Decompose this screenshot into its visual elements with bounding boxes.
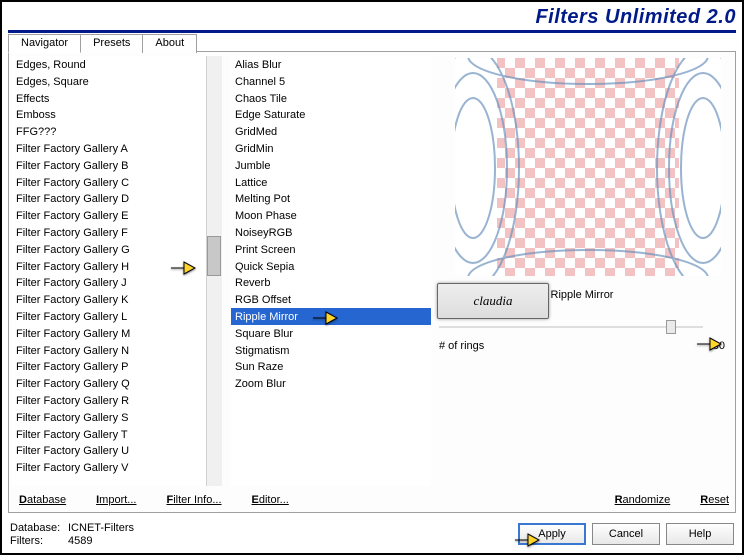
import-link[interactable]: Import... <box>96 494 136 506</box>
filter-item[interactable]: Reverb <box>231 274 431 291</box>
category-item[interactable]: Filter Factory Gallery J <box>12 274 222 291</box>
category-item[interactable]: Filter Factory Gallery P <box>12 358 222 375</box>
filter-item[interactable]: Moon Phase <box>231 207 431 224</box>
category-item[interactable]: Filter Factory Gallery U <box>12 442 222 459</box>
apply-button[interactable]: Apply <box>518 523 586 545</box>
randomize-link[interactable]: Randomize <box>615 494 671 506</box>
category-item[interactable]: Filter Factory Gallery L <box>12 308 222 325</box>
param-rings-value: 80 <box>713 340 725 352</box>
header-underline <box>8 30 736 33</box>
param-rings: # of rings 80 <box>439 340 725 352</box>
footer-filters-label: Filters: <box>10 535 68 547</box>
footer-database-label: Database: <box>10 522 68 534</box>
filter-list[interactable]: Alias BlurChannel 5Chaos TileEdge Satura… <box>231 56 431 486</box>
filter-item[interactable]: GridMed <box>231 123 431 140</box>
category-item[interactable]: Filter Factory Gallery V <box>12 459 222 476</box>
tab-bar: Navigator Presets About <box>8 34 196 53</box>
category-item[interactable]: Filter Factory Gallery F <box>12 224 222 241</box>
filter-item[interactable]: Zoom Blur <box>231 375 431 392</box>
cancel-button[interactable]: Cancel <box>592 523 660 545</box>
filter-item[interactable]: GridMin <box>231 140 431 157</box>
tab-about[interactable]: About <box>142 34 197 53</box>
help-button[interactable]: Help <box>666 523 734 545</box>
filter-item[interactable]: Jumble <box>231 157 431 174</box>
filter-item[interactable]: Lattice <box>231 174 431 191</box>
filter-item[interactable]: Edge Saturate <box>231 106 431 123</box>
filter-item[interactable]: NoiseyRGB <box>231 224 431 241</box>
category-item[interactable]: Filter Factory Gallery H <box>12 258 222 275</box>
category-item[interactable]: Filter Factory Gallery G <box>12 241 222 258</box>
editor-link[interactable]: Editor... <box>252 494 289 506</box>
category-item[interactable]: Filter Factory Gallery M <box>12 325 222 342</box>
category-item[interactable]: Filter Factory Gallery B <box>12 157 222 174</box>
tab-presets[interactable]: Presets <box>80 34 143 53</box>
category-item[interactable]: Effects <box>12 90 222 107</box>
main-panel: Edges, RoundEdges, SquareEffectsEmbossFF… <box>8 51 736 513</box>
filter-info-link[interactable]: Filter Info... <box>166 494 221 506</box>
database-link[interactable]: Database <box>19 494 66 506</box>
category-list[interactable]: Edges, RoundEdges, SquareEffectsEmbossFF… <box>12 56 222 486</box>
category-item[interactable]: Edges, Square <box>12 73 222 90</box>
filter-item[interactable]: Ripple Mirror <box>231 308 431 325</box>
category-item[interactable]: Filter Factory Gallery N <box>12 342 222 359</box>
footer-database-value: ICNET-Filters <box>68 522 134 534</box>
filter-item[interactable]: Alias Blur <box>231 56 431 73</box>
app-title: Filters Unlimited 2.0 <box>535 6 736 29</box>
category-item[interactable]: Filter Factory Gallery K <box>12 291 222 308</box>
filter-item[interactable]: Chaos Tile <box>231 90 431 107</box>
tab-navigator[interactable]: Navigator <box>8 34 81 53</box>
category-item[interactable]: Filter Factory Gallery Q <box>12 375 222 392</box>
filter-item[interactable]: RGB Offset <box>231 291 431 308</box>
filter-item[interactable]: Print Screen <box>231 241 431 258</box>
scrollbar-thumb[interactable] <box>207 236 221 276</box>
preview-pane <box>455 58 721 276</box>
footer-info: Database:ICNET-Filters Filters:4589 <box>10 522 134 547</box>
slider-thumb[interactable] <box>666 320 676 334</box>
category-item[interactable]: Filter Factory Gallery R <box>12 392 222 409</box>
category-item[interactable]: Edges, Round <box>12 56 222 73</box>
category-item[interactable]: Filter Factory Gallery T <box>12 426 222 443</box>
footer: Database:ICNET-Filters Filters:4589 Appl… <box>10 521 734 547</box>
filter-item[interactable]: Melting Pot <box>231 190 431 207</box>
category-item[interactable]: Emboss <box>12 106 222 123</box>
footer-buttons: Apply Cancel Help <box>518 523 734 545</box>
filter-item[interactable]: Square Blur <box>231 325 431 342</box>
filter-item[interactable]: Quick Sepia <box>231 258 431 275</box>
filter-item[interactable]: Channel 5 <box>231 73 431 90</box>
param-rings-label: # of rings <box>439 340 484 352</box>
slider-track <box>439 326 703 328</box>
filter-item[interactable]: Stigmatism <box>231 342 431 359</box>
bottom-link-bar: Database Import... Filter Info... Editor… <box>19 494 729 506</box>
footer-filters-value: 4589 <box>68 535 92 547</box>
reset-link[interactable]: Reset <box>700 494 729 506</box>
watermark-badge: claudia <box>437 283 549 319</box>
category-item[interactable]: Filter Factory Gallery S <box>12 409 222 426</box>
category-item[interactable]: Filter Factory Gallery A <box>12 140 222 157</box>
filter-item[interactable]: Sun Raze <box>231 358 431 375</box>
category-item[interactable]: FFG??? <box>12 123 222 140</box>
category-item[interactable]: Filter Factory Gallery D <box>12 190 222 207</box>
category-item[interactable]: Filter Factory Gallery C <box>12 174 222 191</box>
rings-slider[interactable] <box>439 320 703 334</box>
scrollbar[interactable] <box>206 56 222 486</box>
category-item[interactable]: Filter Factory Gallery E <box>12 207 222 224</box>
